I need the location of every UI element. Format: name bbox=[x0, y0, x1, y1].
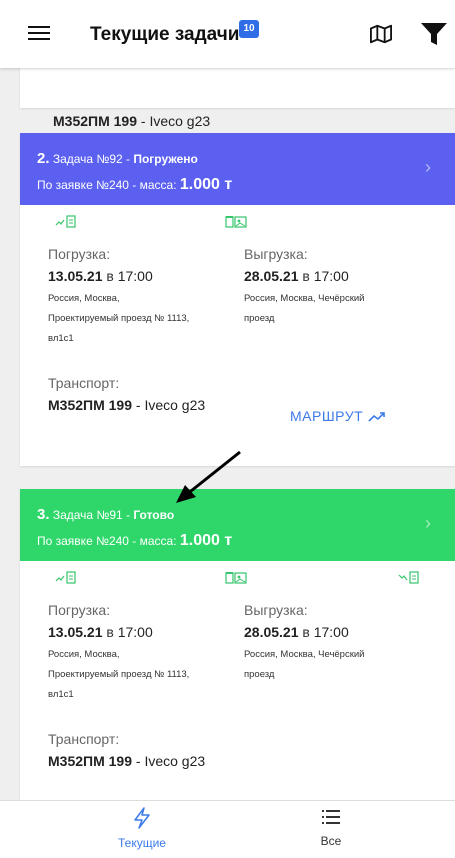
route-button[interactable]: МАРШРУТ bbox=[290, 408, 388, 424]
loading-label: Погрузка: bbox=[48, 246, 111, 262]
transport-label: Транспорт: bbox=[48, 375, 120, 391]
unloading-date: 28.05.21 в 17:00 bbox=[244, 268, 349, 284]
route-document-icon[interactable] bbox=[55, 571, 77, 587]
task-title: 3. Задача №91 - Готово bbox=[37, 506, 175, 523]
lightning-icon bbox=[134, 807, 150, 829]
documents-photo-icon[interactable] bbox=[225, 215, 247, 231]
task-card-2[interactable]: 2. Задача №92 - Погружено По заявке №240… bbox=[20, 133, 455, 466]
task-count-badge: 10 bbox=[239, 20, 259, 38]
order-info: По заявке №240 - масса: 1.000 т bbox=[37, 532, 233, 549]
route-document-icon[interactable] bbox=[55, 215, 77, 231]
nav-current-label: Текущие bbox=[118, 836, 166, 850]
chevron-right-icon[interactable]: › bbox=[425, 157, 431, 178]
status-label: Погружено bbox=[133, 152, 198, 166]
unloading-address: Россия, Москва, Чечёрский проезд bbox=[244, 293, 365, 324]
bottom-navigation: Текущие Все bbox=[0, 800, 455, 858]
unloading-label: Выгрузка: bbox=[244, 602, 308, 618]
menu-icon[interactable] bbox=[28, 26, 50, 42]
status-label: Готово bbox=[133, 508, 175, 522]
nav-all-tab[interactable]: Все bbox=[281, 807, 381, 848]
transport-value: М352ПМ 199 - Iveco g23 bbox=[48, 753, 206, 769]
loading-address: Россия, Москва, Проектируемый проезд № 1… bbox=[48, 293, 190, 344]
order-info: По заявке №240 - масса: 1.000 т bbox=[37, 176, 233, 193]
nav-all-label: Все bbox=[320, 834, 342, 848]
loading-label: Погрузка: bbox=[48, 602, 111, 618]
unloading-label: Выгрузка: bbox=[244, 246, 308, 262]
task-card-3[interactable]: 3. Задача №91 - Готово По заявке №240 - … bbox=[20, 489, 455, 800]
task-card-header[interactable]: 2. Задача №92 - Погружено По заявке №240… bbox=[20, 133, 455, 205]
map-icon[interactable] bbox=[370, 23, 392, 50]
loading-address: Россия, Москва, Проектируемый проезд № 1… bbox=[48, 649, 190, 700]
nav-current-tab[interactable]: Текущие bbox=[92, 807, 192, 850]
unloading-date: 28.05.21 в 17:00 bbox=[244, 624, 349, 640]
loading-date: 13.05.21 в 17:00 bbox=[48, 268, 153, 284]
loading-date: 13.05.21 в 17:00 bbox=[48, 624, 153, 640]
app-bar: Текущие задачи 10 bbox=[0, 0, 455, 68]
task-title: 2. Задача №92 - Погружено bbox=[37, 150, 198, 167]
transport-value: М352ПМ 199 - Iveco g23 bbox=[53, 113, 211, 129]
page-title: Текущие задачи bbox=[90, 24, 240, 45]
chevron-right-icon[interactable]: › bbox=[425, 513, 431, 534]
filter-icon[interactable] bbox=[420, 22, 448, 51]
transport-label: Транспорт: bbox=[48, 731, 120, 747]
arrow-annotation-icon bbox=[170, 447, 245, 512]
unloading-address: Россия, Москва, Чечёрский проезд bbox=[244, 649, 365, 680]
transport-value: М352ПМ 199 - Iveco g23 bbox=[48, 397, 206, 413]
list-icon bbox=[322, 810, 340, 824]
documents-photo-icon[interactable] bbox=[225, 571, 247, 587]
delivery-document-icon[interactable] bbox=[398, 571, 420, 587]
